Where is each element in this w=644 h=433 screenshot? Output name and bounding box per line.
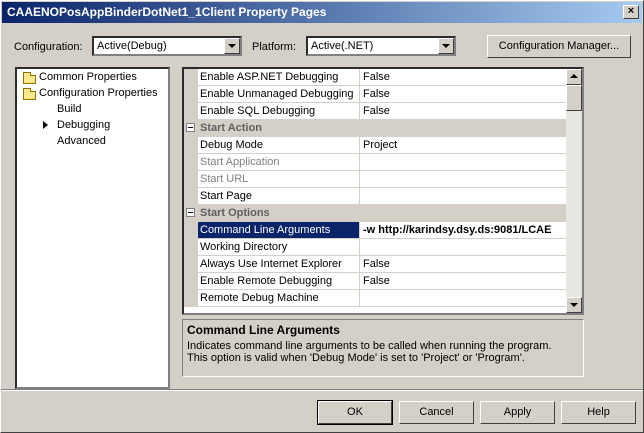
arrow-up-icon xyxy=(570,74,578,78)
collapse-icon[interactable] xyxy=(186,123,195,132)
help-button[interactable]: Help xyxy=(561,401,636,424)
scroll-up-button[interactable] xyxy=(566,69,582,85)
tree-item-build[interactable]: Build xyxy=(57,103,81,115)
tree-item-label: Build xyxy=(57,103,82,115)
property-grid[interactable]: Enable ASP.NET Debugging False Enable Unm… xyxy=(182,67,584,315)
collapse-icon[interactable] xyxy=(186,208,195,217)
description-title: Command Line Arguments xyxy=(187,323,340,337)
configuration-select[interactable]: Active(Debug) xyxy=(92,36,242,56)
property-row-debug-mode[interactable]: Debug Mode Project xyxy=(184,137,568,154)
folder-icon xyxy=(23,72,36,84)
close-icon: × xyxy=(627,5,635,17)
apply-button[interactable]: Apply xyxy=(480,401,555,424)
property-row-start-page[interactable]: Start Page xyxy=(184,188,568,205)
chevron-down-icon xyxy=(442,44,450,48)
arrow-right-icon xyxy=(43,121,48,129)
property-row-enable-sql-debugging[interactable]: Enable SQL Debugging False xyxy=(184,103,568,120)
title-bar[interactable]: CAAENOPosAppBinderDotNet1_1Client Proper… xyxy=(2,2,642,23)
platform-value: Active(.NET) xyxy=(311,40,374,52)
configuration-dropdown-button[interactable] xyxy=(224,38,240,54)
property-tree[interactable]: Common Properties Configuration Properti… xyxy=(15,67,170,389)
command-line-arguments-input[interactable]: -w http://karindsy.dsy.ds:9081/LCAE xyxy=(363,224,551,236)
property-row-enable-remote-debugging[interactable]: Enable Remote Debugging False xyxy=(184,273,568,290)
configuration-value: Active(Debug) xyxy=(97,40,167,52)
tree-item-label: Configuration Properties xyxy=(39,87,158,99)
description-panel: Command Line Arguments Indicates command… xyxy=(182,319,584,377)
platform-dropdown-button[interactable] xyxy=(438,38,454,54)
configuration-label: Configuration: xyxy=(14,41,83,53)
ok-button[interactable]: OK xyxy=(317,400,393,425)
divider xyxy=(1,390,643,391)
arrow-down-icon xyxy=(570,303,578,307)
property-row-enable-unmanaged-debugging[interactable]: Enable Unmanaged Debugging False xyxy=(184,86,568,103)
scroll-down-button[interactable] xyxy=(566,297,582,313)
category-start-action[interactable]: Start Action xyxy=(184,120,568,137)
category-start-options[interactable]: Start Options xyxy=(184,205,568,222)
tree-item-label: Advanced xyxy=(57,135,106,147)
platform-label: Platform: xyxy=(252,41,297,53)
property-row-start-application[interactable]: Start Application xyxy=(184,154,568,171)
platform-select[interactable]: Active(.NET) xyxy=(306,36,456,56)
property-row-start-url[interactable]: Start URL xyxy=(184,171,568,188)
property-row-working-directory[interactable]: Working Directory xyxy=(184,239,568,256)
cancel-button[interactable]: Cancel xyxy=(399,401,474,424)
configuration-manager-button[interactable]: Configuration Manager... xyxy=(487,35,631,58)
tree-item-label: Common Properties xyxy=(39,71,137,83)
close-button[interactable]: × xyxy=(623,5,639,19)
property-row-enable-aspnet-debugging[interactable]: Enable ASP.NET Debugging False xyxy=(184,69,568,86)
window-title: CAAENOPosAppBinderDotNet1_1Client Proper… xyxy=(7,5,327,19)
tree-item-advanced[interactable]: Advanced xyxy=(57,135,106,147)
scroll-thumb[interactable] xyxy=(566,85,582,111)
tree-item-label: Debugging xyxy=(57,119,111,131)
property-row-always-use-ie[interactable]: Always Use Internet Explorer False xyxy=(184,256,568,273)
property-row-remote-debug-machine[interactable]: Remote Debug Machine xyxy=(184,290,568,307)
vertical-scrollbar[interactable] xyxy=(566,69,582,313)
property-row-command-line-arguments[interactable]: Command Line Arguments -w http://karindsy… xyxy=(184,222,568,239)
description-text: Indicates command line arguments to be c… xyxy=(187,340,552,364)
folder-open-icon xyxy=(23,88,36,100)
chevron-down-icon xyxy=(228,44,236,48)
property-pages-dialog: CAAENOPosAppBinderDotNet1_1Client Proper… xyxy=(0,0,644,433)
